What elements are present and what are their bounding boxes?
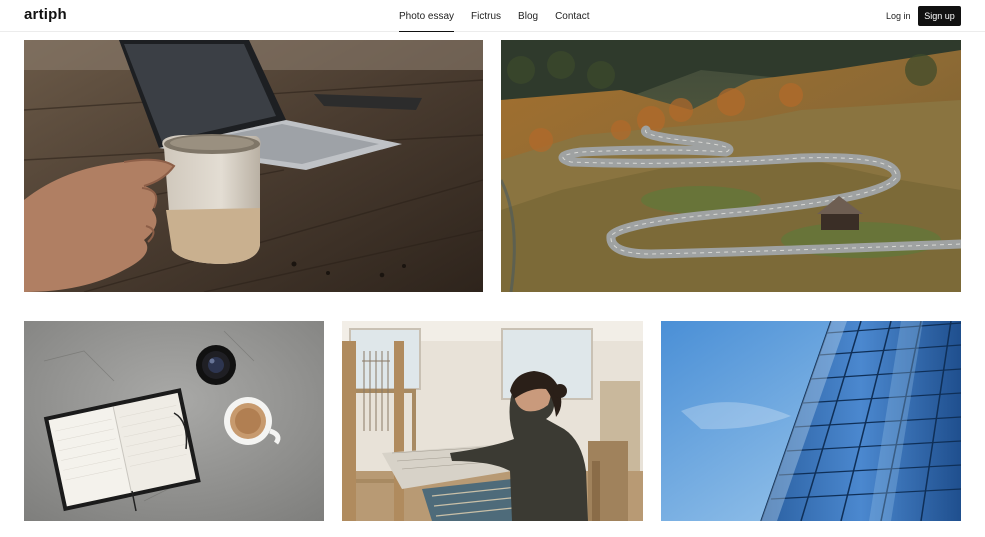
login-link[interactable]: Log in xyxy=(886,6,911,26)
nav-item-photo-essay[interactable]: Photo essay xyxy=(399,0,455,32)
photo-glass-building-image xyxy=(661,321,961,521)
photo-notebook-coffee-image xyxy=(24,321,324,521)
nav-item-blog[interactable]: Blog xyxy=(518,0,538,32)
main-nav: Photo essay Fictrus Blog Contact xyxy=(399,0,590,32)
site-logo[interactable]: artiph xyxy=(24,6,67,23)
photo-glass-building[interactable] xyxy=(661,321,961,521)
nav-item-contact[interactable]: Contact xyxy=(555,0,589,32)
photo-mountain-road-image xyxy=(501,40,961,292)
photo-weaver-loom-image xyxy=(342,321,643,521)
photo-mug-laptop[interactable] xyxy=(24,40,483,292)
photo-notebook-coffee[interactable] xyxy=(24,321,324,521)
photo-mug-laptop-image xyxy=(24,40,483,292)
nav-item-fictrus[interactable]: Fictrus xyxy=(471,0,501,32)
photo-mountain-road[interactable] xyxy=(501,40,961,292)
signup-button[interactable]: Sign up xyxy=(918,6,961,26)
photo-weaver-loom[interactable] xyxy=(342,321,643,521)
top-navigation-bar: artiph Photo essay Fictrus Blog Contact … xyxy=(0,0,985,32)
